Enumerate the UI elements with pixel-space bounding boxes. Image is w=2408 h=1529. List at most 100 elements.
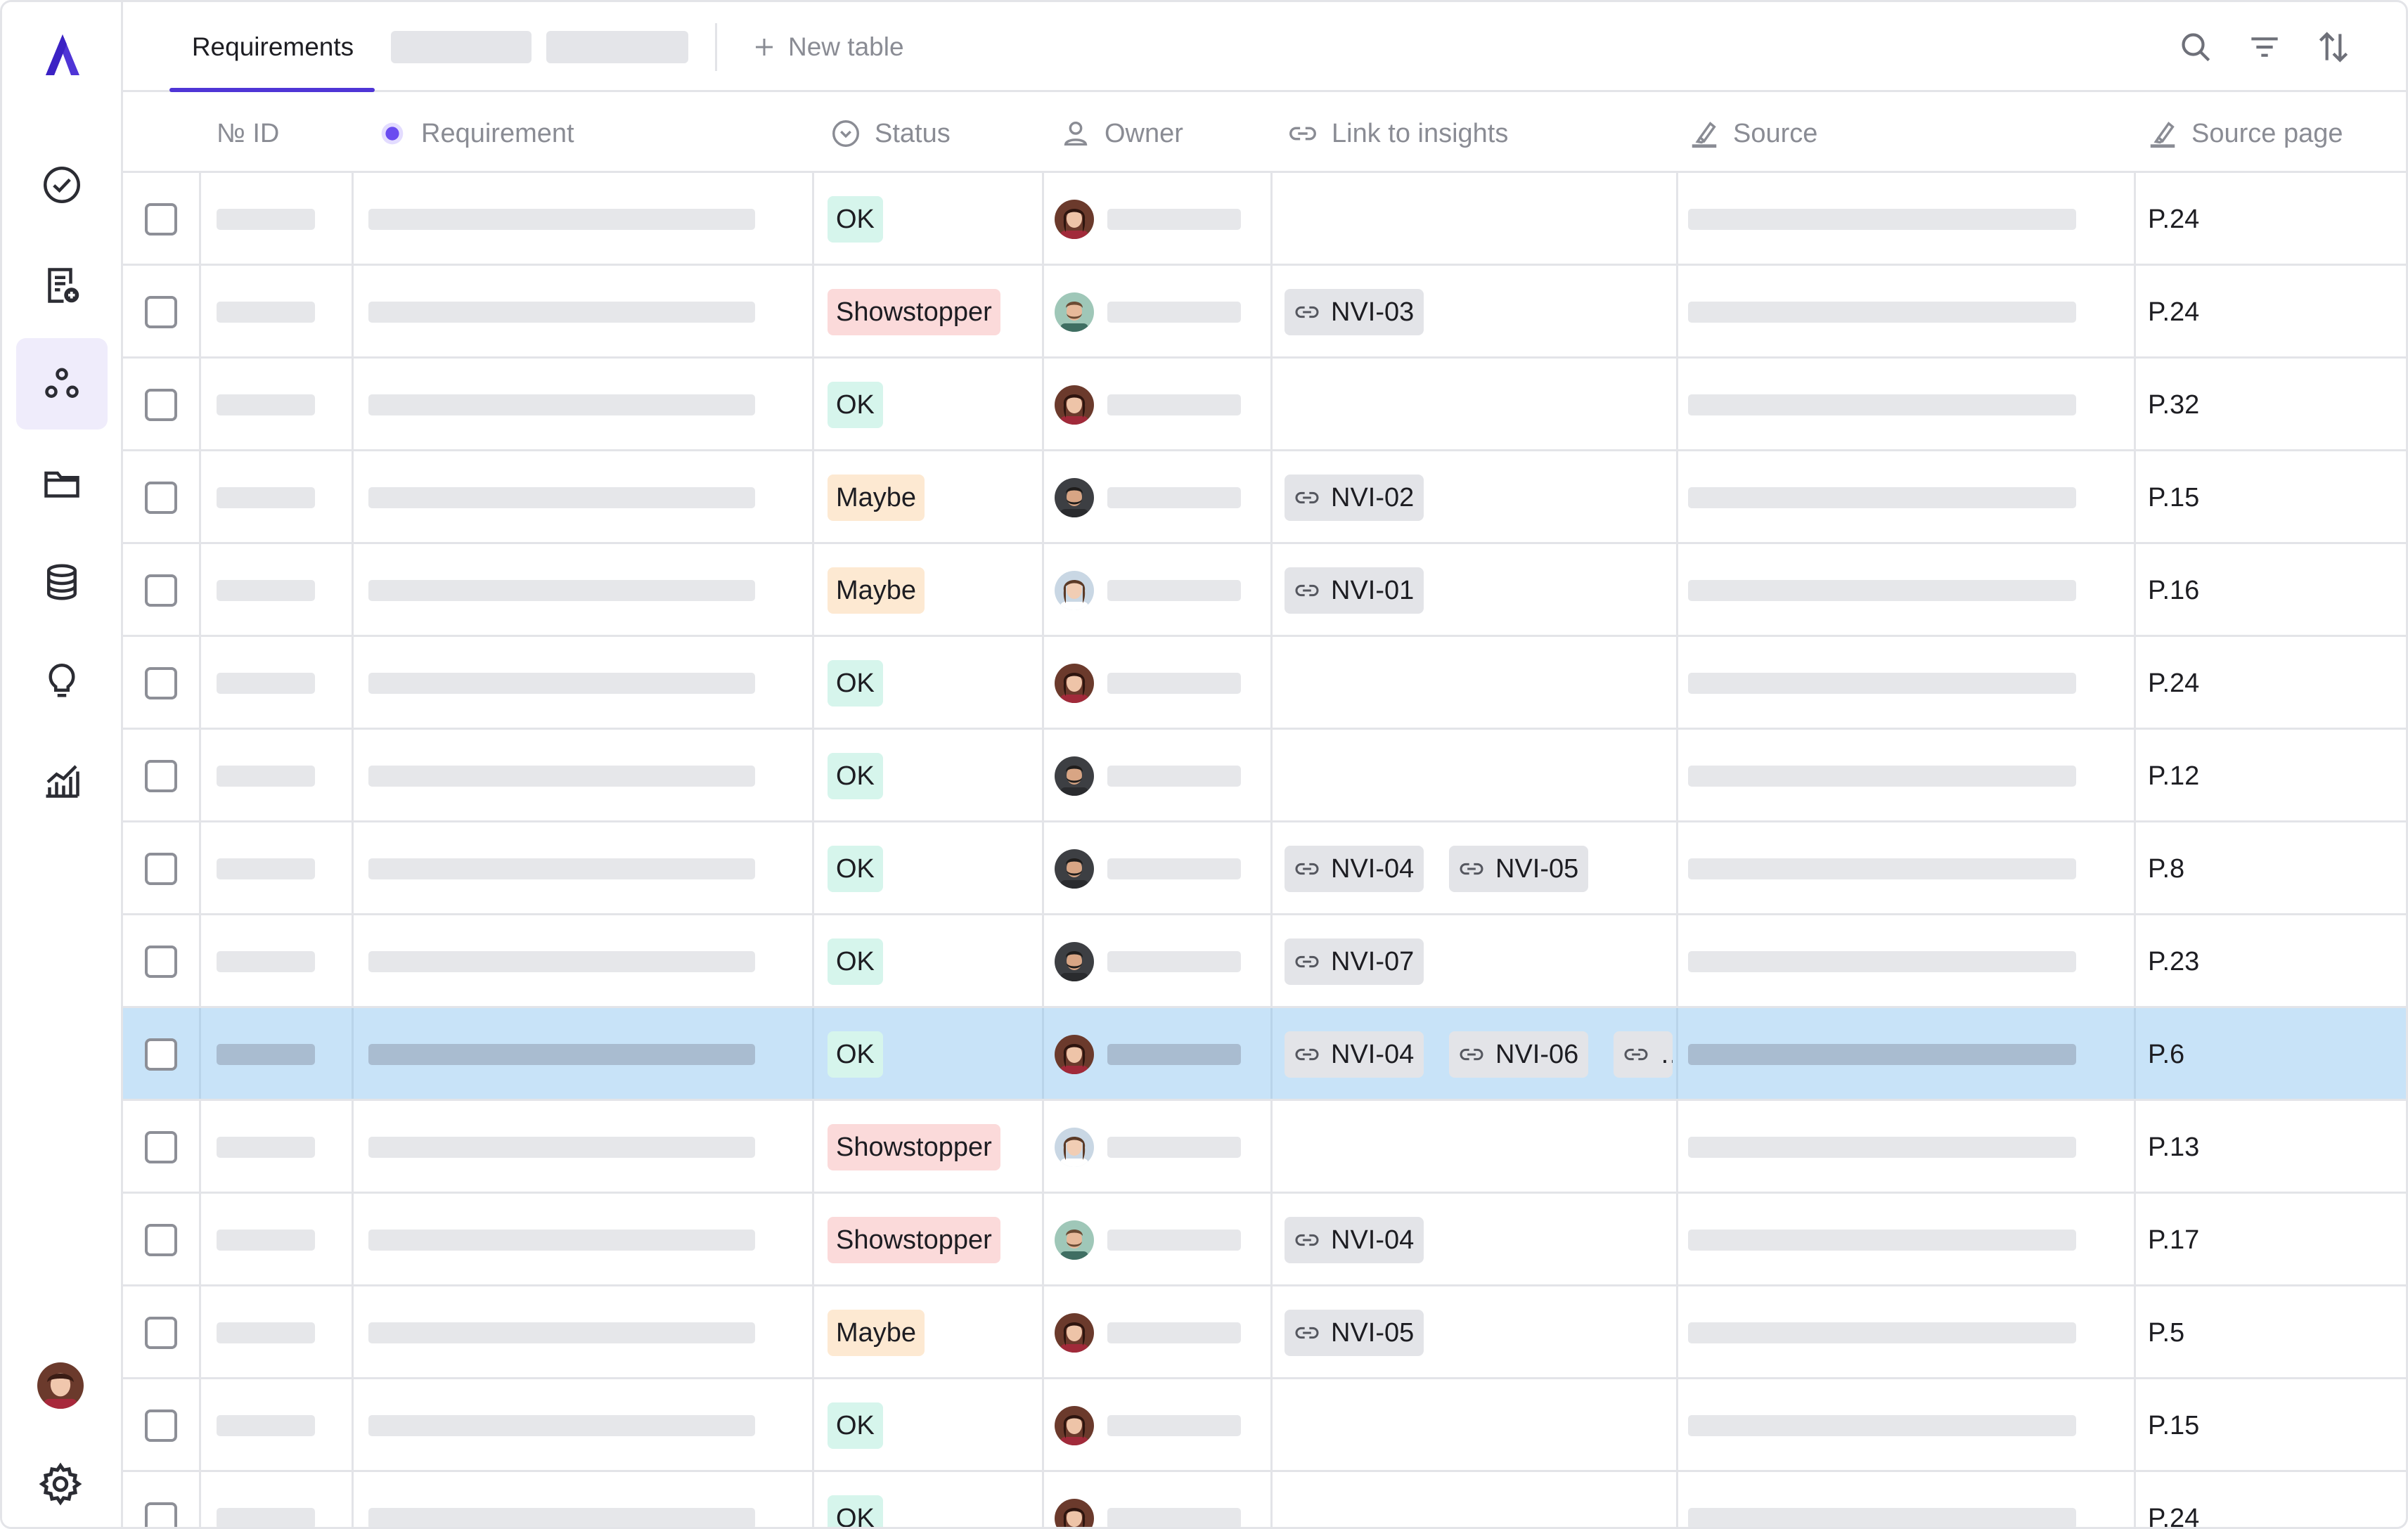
column-header-id[interactable]: № ID [217,94,279,173]
owner-avatar[interactable] [1055,1313,1094,1353]
column-header-status[interactable]: Status [830,94,951,173]
owner-avatar[interactable] [1055,1406,1094,1445]
sidebar-item-insights[interactable] [16,635,108,726]
column-header-requirement[interactable]: Requirement [376,94,574,173]
insight-chip[interactable]: NVI-04 [1285,1031,1424,1078]
insight-chip[interactable]: NVI-06 [1449,1031,1589,1078]
table-row[interactable]: OK P.15 [123,1379,2406,1472]
tab-requirements[interactable]: Requirements [169,2,376,92]
owner-avatar[interactable] [1055,664,1094,703]
table-row[interactable]: OK P.32 [123,359,2406,451]
sidebar-item-tasks[interactable] [16,139,108,231]
column-header-owner[interactable]: Owner [1060,94,1183,173]
insights-cell[interactable]: NVI-04 [1270,1194,1676,1286]
status-badge[interactable]: OK [828,846,883,892]
owner-avatar[interactable] [1055,571,1094,610]
status-badge[interactable]: Showstopper [828,289,1000,335]
tab-placeholder[interactable] [546,31,688,63]
table-row[interactable]: Maybe NVI-05 P.5 [123,1286,2406,1379]
row-checkbox[interactable] [145,946,177,978]
insights-cell[interactable] [1270,359,1676,451]
table-row[interactable]: Showstopper NVI-03 P.24 [123,266,2406,359]
insights-cell[interactable]: NVI-04 NVI-06 … [1270,1008,1676,1101]
owner-avatar[interactable] [1055,1220,1094,1260]
insights-cell[interactable]: NVI-05 [1270,1286,1676,1379]
filter-icon[interactable] [2245,27,2284,67]
row-checkbox[interactable] [145,760,177,792]
owner-avatar[interactable] [1055,1035,1094,1074]
row-checkbox[interactable] [145,1502,177,1527]
search-icon[interactable] [2176,27,2215,67]
new-table-button[interactable]: New table [752,27,904,67]
insights-cell[interactable] [1270,173,1676,266]
table-row[interactable]: Showstopper P.13 [123,1101,2406,1194]
status-badge[interactable]: OK [828,382,883,428]
status-badge[interactable]: Maybe [828,567,925,614]
insights-cell[interactable]: NVI-03 [1270,266,1676,359]
table-row[interactable]: OK NVI-04 NVI-06 … P.6 [123,1008,2406,1101]
owner-avatar[interactable] [1055,1128,1094,1167]
owner-avatar[interactable] [1055,942,1094,981]
table-row[interactable]: OK P.24 [123,637,2406,730]
row-checkbox[interactable] [145,1131,177,1163]
sort-icon[interactable] [2314,27,2353,67]
insight-chip[interactable]: NVI-07 [1285,938,1424,985]
owner-avatar[interactable] [1055,756,1094,796]
table-row[interactable]: OK P.24 [123,173,2406,266]
table-row[interactable]: Maybe NVI-01 P.16 [123,544,2406,637]
status-badge[interactable]: OK [828,1402,883,1449]
table-row[interactable]: Maybe NVI-02 P.15 [123,451,2406,544]
status-badge[interactable]: Maybe [828,475,925,521]
insights-cell[interactable] [1270,637,1676,730]
row-checkbox[interactable] [145,667,177,699]
status-badge[interactable]: Maybe [828,1310,925,1356]
owner-avatar[interactable] [1055,292,1094,332]
gear-icon[interactable] [37,1461,84,1507]
column-header-link-to-insights[interactable]: Link to insights [1287,94,1508,173]
insight-chip[interactable]: NVI-02 [1285,475,1424,521]
status-badge[interactable]: OK [828,1031,883,1078]
status-badge[interactable]: OK [828,660,883,707]
table-row[interactable]: Showstopper NVI-04 P.17 [123,1194,2406,1286]
sidebar-item-files[interactable] [16,438,108,529]
row-checkbox[interactable] [145,203,177,236]
row-checkbox[interactable] [145,296,177,328]
sidebar-item-requirements[interactable] [16,338,108,430]
row-checkbox[interactable] [145,1038,177,1071]
insight-chip[interactable]: NVI-05 [1285,1310,1424,1356]
row-checkbox[interactable] [145,574,177,607]
insight-chip[interactable]: NVI-01 [1285,567,1424,614]
insight-chip[interactable]: NVI-04 [1285,846,1424,892]
status-badge[interactable]: OK [828,938,883,985]
owner-avatar[interactable] [1055,849,1094,889]
insight-chip[interactable]: NVI-04 [1285,1217,1424,1263]
app-logo-icon[interactable] [41,30,84,79]
status-badge[interactable]: Showstopper [828,1217,1000,1263]
user-avatar[interactable] [37,1362,84,1409]
row-checkbox[interactable] [145,482,177,514]
insight-chip[interactable]: NVI-03 [1285,289,1424,335]
status-badge[interactable]: Showstopper [828,1124,1000,1170]
sidebar-item-analytics[interactable] [16,735,108,826]
insights-cell[interactable]: NVI-02 [1270,451,1676,544]
insights-cell[interactable] [1270,1472,1676,1527]
owner-avatar[interactable] [1055,385,1094,425]
tab-placeholder[interactable] [391,31,532,63]
row-checkbox[interactable] [145,853,177,885]
sidebar-item-documents[interactable] [16,240,108,331]
table-row[interactable]: OK NVI-07 P.23 [123,915,2406,1008]
table-row[interactable]: OK NVI-04 NVI-05 P.8 [123,822,2406,915]
row-checkbox[interactable] [145,1224,177,1256]
owner-avatar[interactable] [1055,200,1094,239]
insights-cell[interactable] [1270,730,1676,822]
insight-chip[interactable]: … [1614,1031,1673,1078]
row-checkbox[interactable] [145,1317,177,1349]
table-row[interactable]: OK P.24 [123,1472,2406,1527]
column-header-source-page[interactable]: Source page [2146,94,2343,173]
insights-cell[interactable]: NVI-04 NVI-05 [1270,822,1676,915]
row-checkbox[interactable] [145,1409,177,1442]
insights-cell[interactable]: NVI-01 [1270,544,1676,637]
insights-cell[interactable]: NVI-07 [1270,915,1676,1008]
insights-cell[interactable] [1270,1101,1676,1194]
status-badge[interactable]: OK [828,1495,883,1527]
